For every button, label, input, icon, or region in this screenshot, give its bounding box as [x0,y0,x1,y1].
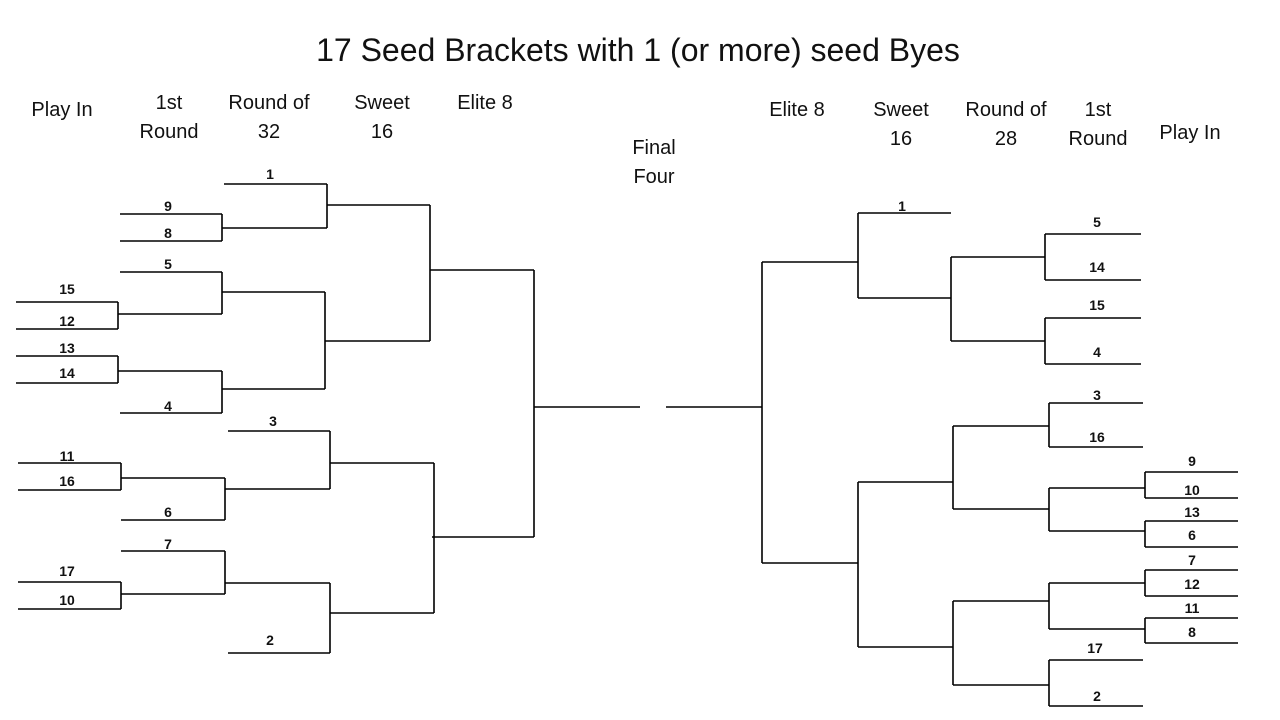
left-seed-label: 10 [59,592,75,608]
left-seed-label: 3 [269,413,277,429]
right-header-round-of-line1: Round of [965,99,1047,121]
left-seed-label: 13 [59,340,75,356]
left-seed-label: 8 [164,225,172,241]
left-seed-label: 15 [59,281,75,297]
left-seed-label: 16 [59,473,75,489]
left-seed-label: 2 [266,632,274,648]
left-header-first-round-line2: Round [140,121,199,143]
left-seed-label: 17 [59,563,75,579]
final-four-line1: Final [632,137,675,159]
right-seed-label: 13 [1184,504,1200,520]
right-seed-label: 16 [1089,429,1105,445]
left-seed-label: 7 [164,536,172,552]
right-bracket-lines [666,212,1238,707]
right-header-play-in: Play In [1159,122,1220,144]
right-seed-label: 11 [1185,600,1200,616]
left-seed-label: 6 [164,504,172,520]
left-header-sweet-line1: Sweet [354,92,410,114]
right-seed-label: 3 [1093,387,1101,403]
right-seed-label: 2 [1093,688,1101,704]
left-seed-label: 1 [266,166,274,182]
right-seed-label: 7 [1188,552,1196,568]
right-seed-label: 12 [1184,576,1200,592]
right-header-elite: Elite 8 [769,99,825,121]
bracket-diagram: 17 Seed Brackets with 1 (or more) seed B… [16,32,1238,707]
left-header-round-of-line2: 32 [258,121,280,143]
left-seed-label: 11 [60,448,75,464]
left-header-play-in: Play In [31,99,92,121]
left-bracket-lines [16,183,640,654]
right-seed-label: 8 [1188,624,1196,640]
left-seed-label: 9 [164,198,172,214]
bracket-title: 17 Seed Brackets with 1 (or more) seed B… [316,32,960,68]
right-header-first-round-line2: Round [1069,128,1128,150]
final-four-line2: Four [633,166,674,188]
right-seed-label: 10 [1184,482,1200,498]
left-seed-label: 4 [164,398,172,414]
right-header-sweet-line1: Sweet [873,99,929,121]
left-seed-label: 14 [59,365,75,381]
left-seed-label: 5 [164,256,172,272]
left-header-sweet-line2: 16 [371,121,393,143]
right-header-sweet-line2: 16 [890,128,912,150]
right-seed-label: 14 [1089,259,1105,275]
left-header-round-of-line1: Round of [228,92,310,114]
right-header-round-of-line2: 28 [995,128,1017,150]
left-seed-label: 12 [59,313,75,329]
right-header-first-round-line1: 1st [1085,99,1112,121]
left-header-first-round-line1: 1st [156,92,183,114]
right-seed-label: 6 [1188,527,1196,543]
right-seed-label: 9 [1188,453,1196,469]
right-seed-label: 15 [1089,297,1105,313]
left-header-elite: Elite 8 [457,92,513,114]
right-seed-label: 17 [1087,640,1103,656]
right-seed-label: 4 [1093,344,1101,360]
right-seed-label: 1 [898,198,906,214]
left-seeds: 1 9 8 5 15 12 13 14 4 3 11 16 6 7 17 10 … [59,166,277,648]
right-seed-label: 5 [1093,214,1101,230]
